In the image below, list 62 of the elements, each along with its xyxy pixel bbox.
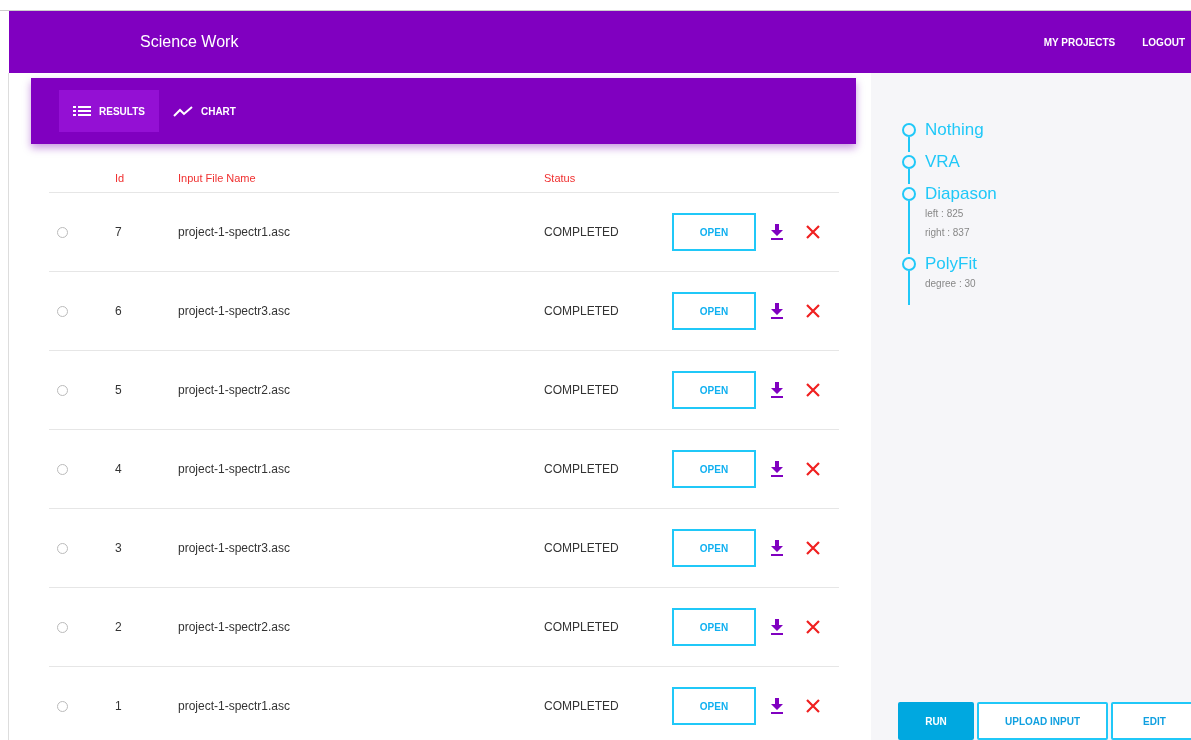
download-icon[interactable] (770, 698, 784, 714)
open-button[interactable]: OPEN (672, 687, 756, 725)
download-icon[interactable] (770, 303, 784, 319)
nav-link[interactable]: LOGOUT (1142, 36, 1185, 48)
table-cell-text: 1 (115, 699, 123, 713)
action-button[interactable]: RUN (898, 702, 974, 740)
download-icon[interactable] (770, 619, 784, 635)
table-cell-text: COMPLETED (544, 541, 620, 555)
download-icon[interactable] (770, 540, 784, 556)
step-parameter: right : 837 (925, 226, 971, 240)
table-cell-text: COMPLETED (544, 383, 620, 397)
action-button[interactable]: EDIT (1111, 702, 1191, 740)
open-button[interactable]: OPEN (672, 371, 756, 409)
close-icon[interactable] (806, 462, 820, 476)
close-icon[interactable] (806, 699, 820, 713)
step-name: PolyFit (925, 254, 977, 274)
table-cell-text: 3 (115, 541, 123, 555)
nav-link[interactable]: MY PROJECTS (1043, 36, 1116, 48)
table-cell-text: project-1-spectr1.asc (178, 225, 292, 239)
open-button[interactable]: OPEN (672, 292, 756, 330)
close-icon[interactable] (806, 383, 820, 397)
line-chart-icon (172, 105, 193, 117)
table-cell-text: project-1-spectr3.asc (178, 304, 292, 318)
table-cell-text: COMPLETED (544, 304, 620, 318)
table-cell-text: COMPLETED (544, 225, 620, 239)
table-cell-text: 7 (115, 225, 123, 239)
column-header: Id (115, 172, 126, 184)
close-icon[interactable] (806, 225, 820, 239)
table-cell-text: project-1-spectr2.asc (178, 620, 292, 634)
app-title: Science Work (140, 33, 240, 51)
table-cell-text: 2 (115, 620, 123, 634)
table-cell-text: project-1-spectr2.asc (178, 383, 292, 397)
table-cell-text: project-1-spectr3.asc (178, 541, 292, 555)
step-name: Nothing (925, 120, 984, 140)
tab[interactable]: CHART (158, 90, 250, 132)
column-header: Input File Name (178, 172, 257, 184)
table-cell-text: 4 (115, 462, 123, 476)
download-icon[interactable] (770, 461, 784, 477)
table-cell-text: COMPLETED (544, 699, 620, 713)
open-button[interactable]: OPEN (672, 529, 756, 567)
table-cell-text: project-1-spectr1.asc (178, 699, 292, 713)
table-cell-text: COMPLETED (544, 620, 620, 634)
action-button[interactable]: UPLOAD INPUT (977, 702, 1108, 740)
open-button[interactable]: OPEN (672, 608, 756, 646)
tab[interactable]: RESULTS (59, 90, 159, 132)
table-cell-text: 6 (115, 304, 123, 318)
column-header: Status (544, 172, 577, 184)
table-cell-text: 5 (115, 383, 123, 397)
list-icon (73, 106, 91, 116)
step-name: Diapason (925, 184, 997, 204)
close-icon[interactable] (806, 304, 820, 318)
download-icon[interactable] (770, 382, 784, 398)
table-cell-text: project-1-spectr1.asc (178, 462, 292, 476)
step-parameter: left : 825 (925, 207, 965, 221)
close-icon[interactable] (806, 541, 820, 555)
close-icon[interactable] (806, 620, 820, 634)
table-cell-text: COMPLETED (544, 462, 620, 476)
step-name: VRA (925, 152, 960, 172)
open-button[interactable]: OPEN (672, 450, 756, 488)
download-icon[interactable] (770, 224, 784, 240)
open-button[interactable]: OPEN (672, 213, 756, 251)
step-parameter: degree : 30 (925, 277, 977, 291)
